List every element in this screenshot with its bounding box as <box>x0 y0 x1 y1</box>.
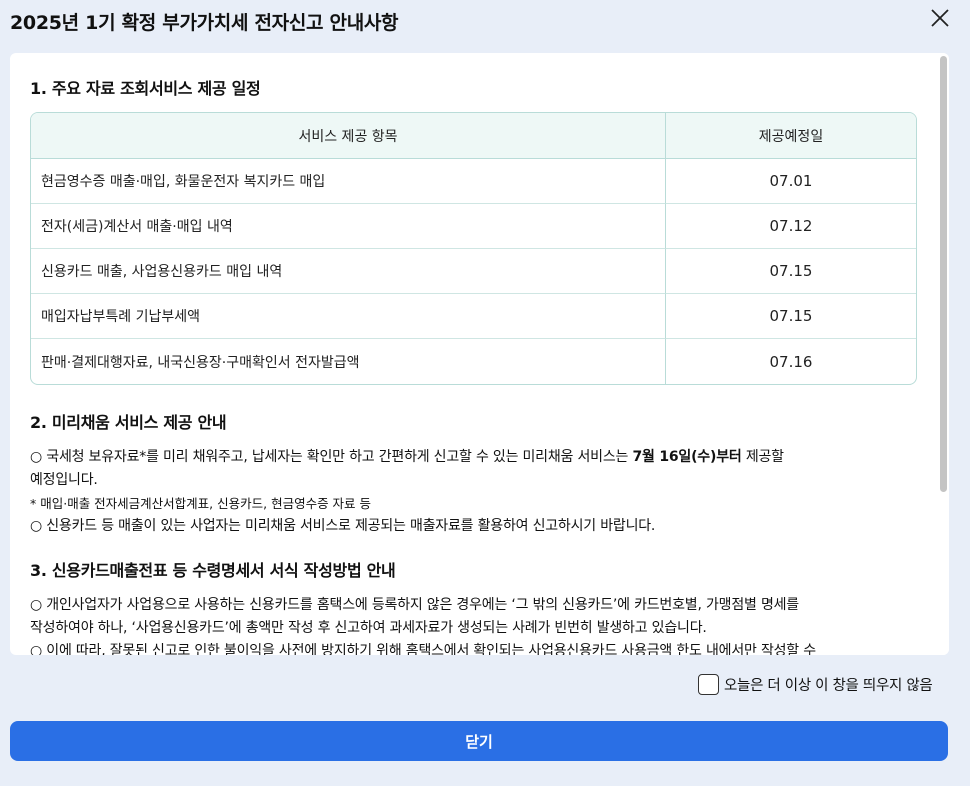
section1-heading: 1. 주요 자료 조회서비스 제공 일정 <box>30 79 261 98</box>
prefill-text-line2: 예정입니다. <box>30 472 98 488</box>
section2-heading: 2. 미리채움 서비스 제공 안내 <box>30 413 227 432</box>
modal-title: 2025년 1기 확정 부가가치세 전자신고 안내사항 <box>10 12 399 34</box>
scheduled-date-cell: 07.15 <box>666 294 916 339</box>
card-guide-line1: ○ 개인사업자가 사업용으로 사용하는 신용카드를 홈택스에 등록하지 않은 경… <box>30 597 799 613</box>
prefill-start-date: 7월 16일(수)부터 <box>632 449 742 465</box>
card-guide-line2: 작성하여야 하나, ‘사업용신용카드’에 총액만 작성 후 신고하여 과세자료가… <box>30 620 707 636</box>
card-guide-paragraph-2: ○ 이에 따라, 잘못된 신고로 인한 불이익을 사전에 방지하기 위해 홈택스… <box>30 643 816 655</box>
scheduled-date-cell: 07.15 <box>666 249 916 294</box>
dont-show-today-label: 오늘은 더 이상 이 창을 띄우지 않음 <box>724 678 933 694</box>
table-row: 신용카드 매출, 사업용신용카드 매입 내역 07.15 <box>31 249 916 294</box>
dont-show-today-checkbox[interactable] <box>698 674 719 695</box>
table-row: 전자(세금)계산서 매출·매입 내역 07.12 <box>31 204 916 249</box>
service-schedule-table: 서비스 제공 항목 제공예정일 현금영수증 매출·매입, 화물운전자 복지카드 … <box>30 112 917 385</box>
header-scheduled-date: 제공예정일 <box>666 113 916 159</box>
service-item-cell: 전자(세금)계산서 매출·매입 내역 <box>31 204 666 249</box>
close-x-glyph <box>931 9 949 27</box>
close-icon[interactable] <box>926 4 954 32</box>
card-guide-paragraph-1: ○ 개인사업자가 사업용으로 사용하는 신용카드를 홈택스에 등록하지 않은 경… <box>30 594 916 640</box>
service-item-cell: 신용카드 매출, 사업용신용카드 매입 내역 <box>31 249 666 294</box>
section3-heading: 3. 신용카드매출전표 등 수령명세서 서식 작성방법 안내 <box>30 561 396 580</box>
service-item-cell: 매입자납부특례 기납부세액 <box>31 294 666 339</box>
close-button[interactable]: 닫기 <box>10 721 948 761</box>
scheduled-date-cell: 07.16 <box>769 352 813 371</box>
notice-content-panel: 1. 주요 자료 조회서비스 제공 일정 서비스 제공 항목 제공예정일 현금영… <box>10 53 949 655</box>
scheduled-date-cell: 07.01 <box>666 159 916 204</box>
dont-show-today-option[interactable]: 오늘은 더 이상 이 창을 띄우지 않음 <box>698 674 933 695</box>
table-row: 매입자납부특례 기납부세액 07.15 <box>31 294 916 339</box>
table-row: 판매·결제대행자료, 내국신용장·구매확인서 전자발급액 07.16 <box>31 339 916 384</box>
scrollbar-thumb[interactable] <box>940 56 947 492</box>
header-service-item: 서비스 제공 항목 <box>31 113 666 159</box>
scrollbar[interactable] <box>938 53 949 655</box>
table-header-row: 서비스 제공 항목 제공예정일 <box>31 113 916 159</box>
service-item-cell: 판매·결제대행자료, 내국신용장·구매확인서 전자발급액 <box>31 339 666 384</box>
prefill-text-before: ○ 국세청 보유자료*를 미리 채워주고, 납세자는 확인만 하고 간편하게 신… <box>30 449 633 465</box>
prefill-footnote: * 매입·매출 전자세금계산서합계표, 신용카드, 현금영수증 자료 등 <box>30 496 372 511</box>
table-row: 현금영수증 매출·매입, 화물운전자 복지카드 매입 07.01 <box>31 159 916 204</box>
prefill-text-after: 제공할 <box>741 449 784 465</box>
prefill-paragraph-1: ○ 국세청 보유자료*를 미리 채워주고, 납세자는 확인만 하고 간편하게 신… <box>30 446 916 492</box>
prefill-paragraph-2: ○ 신용카드 등 매출이 있는 사업자는 미리채움 서비스로 제공되는 매출자료… <box>30 518 656 534</box>
service-item-cell: 현금영수증 매출·매입, 화물운전자 복지카드 매입 <box>31 159 666 204</box>
notice-scroll-area[interactable]: 1. 주요 자료 조회서비스 제공 일정 서비스 제공 항목 제공예정일 현금영… <box>10 53 936 655</box>
scheduled-date-cell: 07.12 <box>666 204 916 249</box>
